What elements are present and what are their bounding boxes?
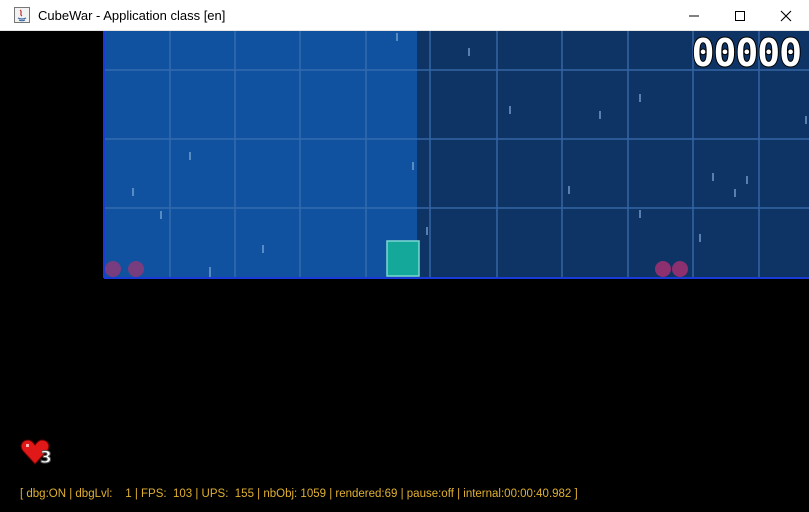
maximize-button[interactable] bbox=[717, 0, 763, 31]
close-icon bbox=[780, 10, 792, 22]
enemy bbox=[672, 261, 688, 277]
score-counter: 00000 bbox=[691, 31, 803, 75]
play-area bbox=[103, 31, 809, 279]
window-title: CubeWar - Application class [en] bbox=[38, 8, 226, 23]
window-title-bar[interactable]: CubeWar - Application class [en] bbox=[0, 0, 809, 31]
enemy bbox=[655, 261, 671, 277]
minimize-button[interactable] bbox=[671, 0, 717, 31]
lit-zone bbox=[104, 31, 417, 278]
maximize-icon bbox=[735, 11, 745, 21]
minimize-icon bbox=[689, 15, 699, 17]
lives-count: 3 bbox=[40, 448, 53, 469]
enemy bbox=[105, 261, 121, 277]
java-app-icon bbox=[14, 7, 30, 23]
close-button[interactable] bbox=[763, 0, 809, 31]
enemy bbox=[128, 261, 144, 277]
player-cube bbox=[386, 240, 420, 277]
debug-status-line: [ dbg:ON | dbgLvl: 1 | FPS: 103 | UPS: 1… bbox=[20, 488, 578, 500]
